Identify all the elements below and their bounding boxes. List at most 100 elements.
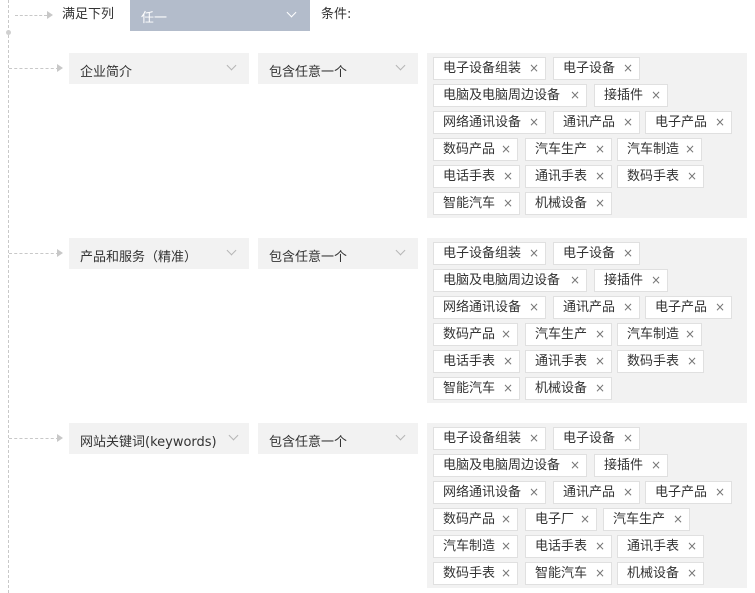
- close-icon[interactable]: ×: [595, 536, 605, 557]
- chevron-down-icon: [395, 245, 406, 256]
- close-icon[interactable]: ×: [529, 58, 539, 79]
- tag: 汽车制造 ×: [433, 535, 518, 558]
- tag-label: 电子厂: [535, 512, 575, 527]
- tag-label: 汽车制造: [627, 327, 680, 342]
- tag: 数码手表 ×: [617, 350, 704, 373]
- tag-label: 数码产品: [443, 512, 496, 527]
- tag: 机械设备 ×: [525, 377, 612, 400]
- tag-label: 数码手表: [443, 566, 496, 581]
- close-icon[interactable]: ×: [687, 166, 697, 187]
- close-icon[interactable]: ×: [673, 509, 683, 530]
- rule-2-field-select[interactable]: 产品和服务（精准）: [69, 238, 249, 269]
- close-icon[interactable]: ×: [687, 563, 697, 584]
- close-icon[interactable]: ×: [687, 536, 697, 557]
- close-icon[interactable]: ×: [685, 139, 695, 160]
- close-icon[interactable]: ×: [715, 297, 725, 318]
- tag: 电子设备 ×: [553, 242, 640, 265]
- close-icon[interactable]: ×: [503, 166, 513, 187]
- tag: 汽车生产 ×: [603, 508, 690, 531]
- tree-arrow-header: [47, 11, 53, 19]
- close-icon[interactable]: ×: [685, 324, 695, 345]
- rule-2-operator-value: 包含任意一个: [269, 250, 348, 265]
- close-icon[interactable]: ×: [501, 139, 511, 160]
- close-icon[interactable]: ×: [570, 455, 580, 476]
- tag-label: 数码手表: [627, 354, 680, 369]
- tag: 智能汽车 ×: [525, 562, 612, 585]
- close-icon[interactable]: ×: [651, 455, 661, 476]
- tree-arrow-rule-2: [57, 249, 63, 257]
- close-icon[interactable]: ×: [623, 243, 633, 264]
- rule-1-tag-input[interactable]: 电子设备组装 × 电子设备 × 电脑及电脑周边设备 × 接插件 × 网络通讯设备 × 通讯…: [427, 53, 747, 218]
- close-icon[interactable]: ×: [595, 139, 605, 160]
- close-icon[interactable]: ×: [623, 297, 633, 318]
- rule-3-field-select[interactable]: 网站关键词(keywords): [69, 423, 249, 454]
- close-icon[interactable]: ×: [595, 563, 605, 584]
- close-icon[interactable]: ×: [501, 563, 511, 584]
- close-icon[interactable]: ×: [529, 243, 539, 264]
- tree-arrow-rule-1: [57, 64, 63, 72]
- rule-2-field-value: 产品和服务（精准）: [80, 250, 198, 265]
- close-icon[interactable]: ×: [595, 324, 605, 345]
- tag-label: 机械设备: [535, 196, 588, 211]
- rule-3-operator-select[interactable]: 包含任意一个: [258, 423, 418, 454]
- match-mode-select[interactable]: 任一: [130, 0, 310, 31]
- rule-2-tag-input[interactable]: 电子设备组装 × 电子设备 × 电脑及电脑周边设备 × 接插件 × 网络通讯设备 × 通讯…: [427, 238, 747, 403]
- close-icon[interactable]: ×: [501, 536, 511, 557]
- close-icon[interactable]: ×: [529, 297, 539, 318]
- close-icon[interactable]: ×: [623, 112, 633, 133]
- close-icon[interactable]: ×: [595, 166, 605, 187]
- close-icon[interactable]: ×: [503, 351, 513, 372]
- tag: 智能汽车 ×: [433, 192, 520, 215]
- close-icon[interactable]: ×: [687, 351, 697, 372]
- rule-1-operator-select[interactable]: 包含任意一个: [258, 53, 418, 84]
- rule-2-operator-select[interactable]: 包含任意一个: [258, 238, 418, 269]
- close-icon[interactable]: ×: [580, 509, 590, 530]
- tree-root-dot: [6, 30, 11, 35]
- tag: 数码手表 ×: [433, 562, 518, 585]
- tag: 电脑及电脑周边设备 ×: [433, 454, 587, 477]
- tag: 数码产品 ×: [433, 323, 518, 346]
- close-icon[interactable]: ×: [623, 58, 633, 79]
- tag: 通讯产品 ×: [553, 111, 640, 134]
- tag-label: 网络通讯设备: [443, 115, 522, 130]
- tag-label: 电话手表: [443, 354, 496, 369]
- close-icon[interactable]: ×: [595, 351, 605, 372]
- tag: 汽车制造 ×: [617, 138, 702, 161]
- tag-label: 数码产品: [443, 327, 496, 342]
- tag-label: 电话手表: [443, 169, 496, 184]
- tag: 数码手表 ×: [617, 165, 704, 188]
- close-icon[interactable]: ×: [651, 270, 661, 291]
- close-icon[interactable]: ×: [570, 270, 580, 291]
- close-icon[interactable]: ×: [715, 482, 725, 503]
- close-icon[interactable]: ×: [595, 193, 605, 214]
- close-icon[interactable]: ×: [529, 428, 539, 449]
- rule-3-tag-input[interactable]: 电子设备组装 × 电子设备 × 电脑及电脑周边设备 × 接插件 × 网络通讯设备 × 通讯…: [427, 423, 747, 588]
- tag-label: 汽车制造: [627, 142, 680, 157]
- tag-label: 通讯手表: [535, 354, 588, 369]
- close-icon[interactable]: ×: [529, 112, 539, 133]
- close-icon[interactable]: ×: [570, 85, 580, 106]
- close-icon[interactable]: ×: [501, 509, 511, 530]
- close-icon[interactable]: ×: [651, 85, 661, 106]
- rule-1-field-select[interactable]: 企业简介: [69, 53, 249, 84]
- tag: 电脑及电脑周边设备 ×: [433, 269, 587, 292]
- tag-label: 电子设备组装: [443, 431, 522, 446]
- close-icon[interactable]: ×: [595, 378, 605, 399]
- close-icon[interactable]: ×: [503, 378, 513, 399]
- close-icon[interactable]: ×: [529, 482, 539, 503]
- tag-label: 机械设备: [627, 566, 680, 581]
- tag: 电话手表 ×: [525, 535, 612, 558]
- close-icon[interactable]: ×: [623, 428, 633, 449]
- close-icon[interactable]: ×: [623, 482, 633, 503]
- tag-label: 电脑及电脑周边设备: [443, 458, 561, 473]
- condition-label: 条件:: [321, 7, 352, 22]
- tag-label: 电子设备组装: [443, 246, 522, 261]
- tree-line-rule-3: [9, 438, 59, 439]
- tag-label: 智能汽车: [443, 196, 496, 211]
- tag: 通讯产品 ×: [553, 481, 640, 504]
- close-icon[interactable]: ×: [715, 112, 725, 133]
- close-icon[interactable]: ×: [503, 193, 513, 214]
- rule-1-operator-value: 包含任意一个: [269, 65, 348, 80]
- match-mode-value: 任一: [141, 11, 168, 26]
- close-icon[interactable]: ×: [501, 324, 511, 345]
